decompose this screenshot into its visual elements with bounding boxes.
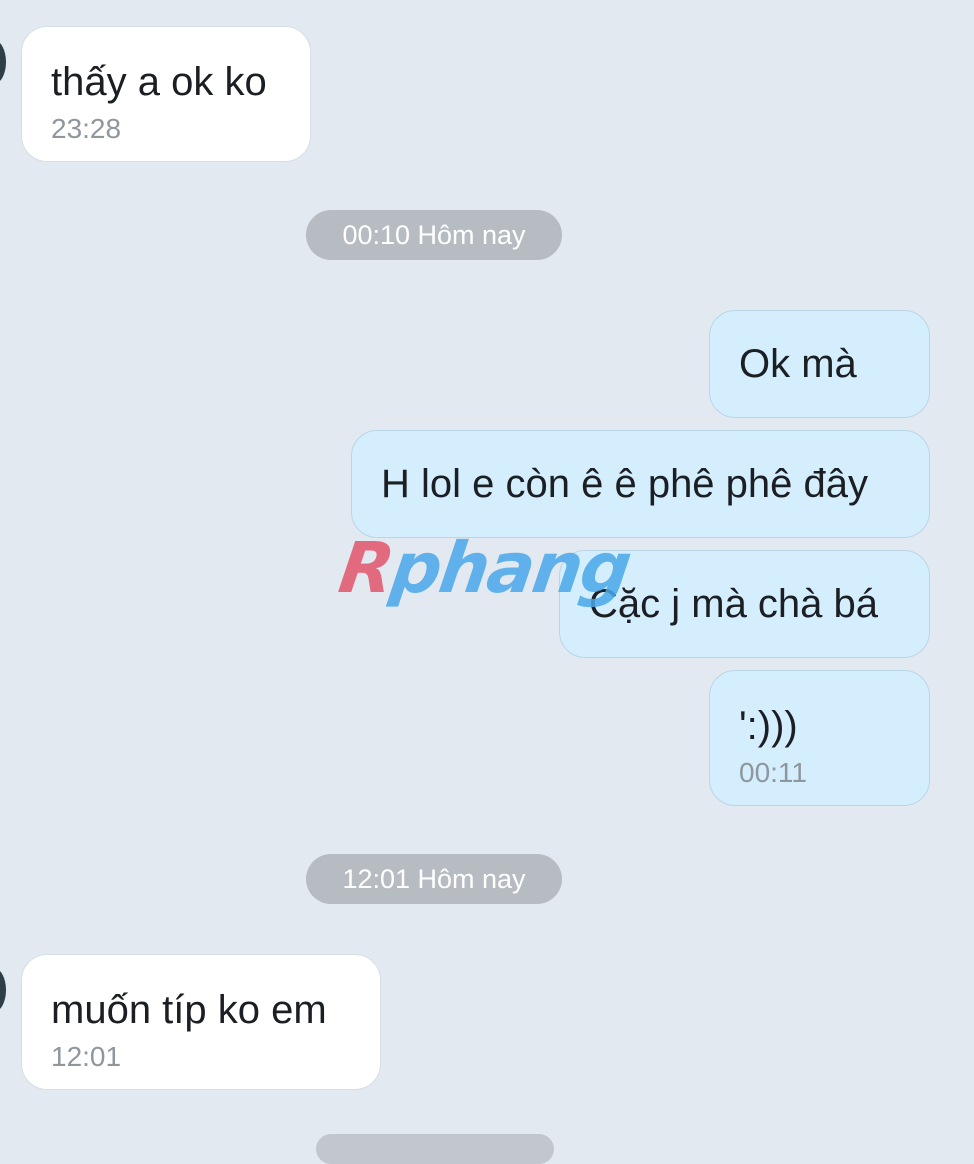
- message-text: thấy a ok ko: [51, 60, 267, 104]
- message-text: ':))): [739, 704, 798, 748]
- date-separator-partial: [316, 1134, 554, 1164]
- message-bubble-incoming[interactable]: thấy a ok ko 23:28: [21, 26, 311, 162]
- message-text: Cặc j mà chà bá: [589, 582, 879, 626]
- date-separator: 12:01 Hôm nay: [306, 854, 562, 904]
- message-time: 00:11: [739, 757, 807, 788]
- message-bubble-incoming[interactable]: muốn típ ko em 12:01: [21, 954, 381, 1090]
- message-bubble-outgoing[interactable]: Ok mà: [709, 310, 930, 418]
- message-bubble-outgoing[interactable]: H lol e còn ê ê phê phê đây: [351, 430, 930, 538]
- message-bubble-outgoing[interactable]: ':))) 00:11: [709, 670, 930, 806]
- message-time: 12:01: [51, 1041, 122, 1072]
- sender-avatar[interactable]: [0, 968, 6, 1012]
- watermark-text: phang: [386, 527, 635, 609]
- date-separator: 00:10 Hôm nay: [306, 210, 562, 260]
- message-time: 23:28: [51, 113, 122, 144]
- message-text: Ok mà: [739, 342, 857, 386]
- watermark-logo: Rphang: [334, 527, 635, 609]
- message-text: muốn típ ko em: [51, 988, 327, 1032]
- sender-avatar[interactable]: [0, 40, 6, 84]
- message-text: H lol e còn ê ê phê phê đây: [381, 462, 869, 506]
